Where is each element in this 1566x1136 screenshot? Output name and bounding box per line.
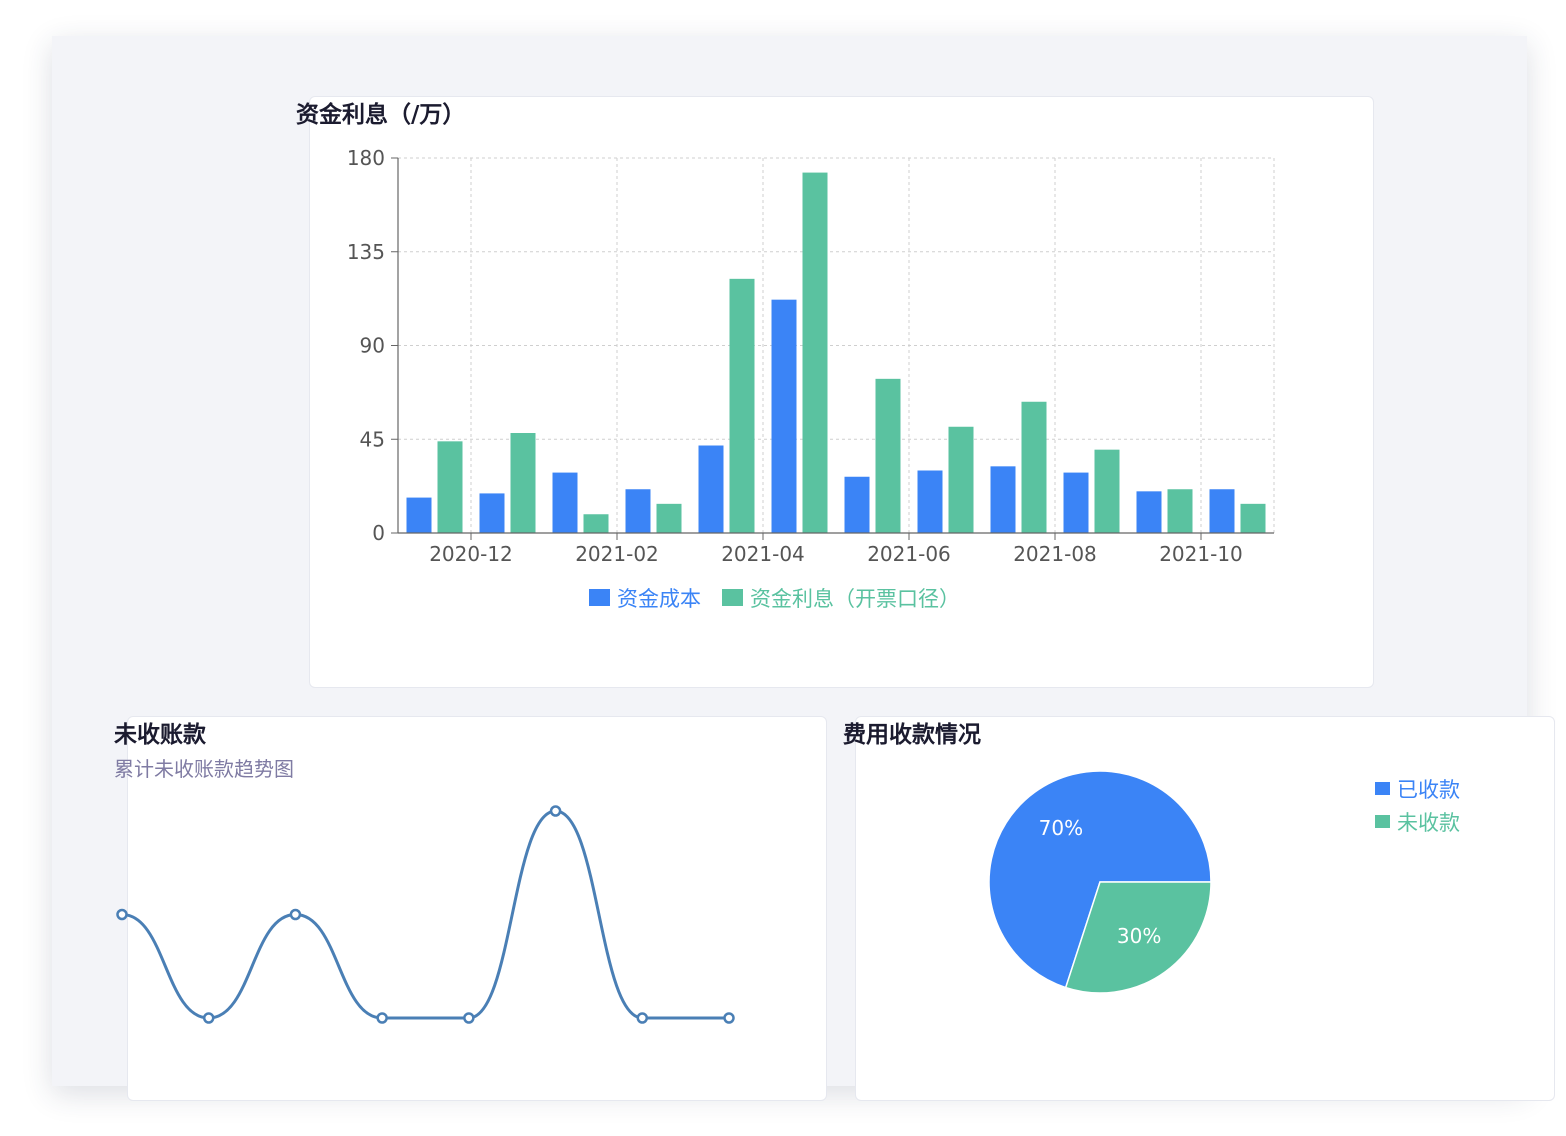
bar-interest xyxy=(948,426,974,533)
bar-cost xyxy=(479,493,505,533)
line-point xyxy=(289,908,302,921)
y-tick-label: 180 xyxy=(347,146,385,170)
pie-slice-label: 70% xyxy=(1039,816,1083,840)
bar-cost xyxy=(844,476,870,533)
line-point xyxy=(116,908,128,921)
bar-cost xyxy=(990,466,1016,533)
bar-interest xyxy=(1094,449,1120,533)
line-point xyxy=(463,1012,475,1024)
line-point xyxy=(636,1012,649,1024)
bar-cost xyxy=(1063,472,1089,533)
bar-cost xyxy=(625,489,651,533)
line-point xyxy=(549,805,562,817)
bar-interest xyxy=(1167,489,1193,533)
legend-label-interest: 资金利息（开票口径） xyxy=(750,587,960,611)
legend-swatch-cost xyxy=(589,589,610,606)
bar-interest xyxy=(802,172,828,534)
x-tick-label: 2021-10 xyxy=(1159,542,1243,566)
charts-canvas: 0 45 90 135 180 2020-12 2021-02 2021-04 2021-06 2… xyxy=(116,146,1460,1024)
pie-legend-label: 已收款 xyxy=(1397,778,1460,802)
legend-swatch-interest xyxy=(722,589,743,606)
bar-cost xyxy=(771,299,797,533)
line-chart xyxy=(116,805,735,1024)
x-tick-label: 2021-08 xyxy=(1013,542,1097,566)
line-point xyxy=(723,1012,735,1024)
bar-interest xyxy=(583,514,609,533)
pie-legend-label: 未收款 xyxy=(1397,811,1460,835)
x-tick-label: 2021-02 xyxy=(575,542,659,566)
bar-cost xyxy=(698,445,724,533)
y-tick-label: 0 xyxy=(372,521,385,545)
x-tick-label: 2021-04 xyxy=(721,542,805,566)
x-tick-label: 2020-12 xyxy=(429,542,513,566)
pie-slice-label: 30% xyxy=(1117,924,1161,948)
bar-interest xyxy=(1021,401,1047,533)
bar-chart: 0 45 90 135 180 2020-12 2021-02 2021-04 2021-06 2… xyxy=(347,146,1275,611)
bar-cost xyxy=(917,470,943,533)
y-tick-label: 90 xyxy=(360,334,385,358)
bar-interest xyxy=(875,378,901,533)
pie-legend-swatch xyxy=(1375,815,1390,828)
line-point xyxy=(202,1012,215,1024)
trend-line xyxy=(121,809,729,1020)
bar-interest xyxy=(510,433,536,533)
bar-interest xyxy=(656,503,682,533)
legend-label-cost: 资金成本 xyxy=(617,587,701,611)
bar-cost xyxy=(1209,489,1235,533)
bar-cost xyxy=(406,497,432,533)
x-tick-label: 2021-06 xyxy=(867,542,951,566)
pie-legend-swatch xyxy=(1375,782,1390,795)
bar-cost xyxy=(552,472,578,533)
bar-cost xyxy=(1136,491,1162,533)
pie-chart: 70% 30% 已收款未收款 xyxy=(988,770,1460,994)
line-point xyxy=(376,1012,388,1024)
bar-interest xyxy=(729,278,755,533)
bar-interest xyxy=(437,441,463,533)
bar-interest xyxy=(1240,503,1266,533)
y-tick-label: 45 xyxy=(360,427,385,451)
y-tick-label: 135 xyxy=(347,240,385,264)
